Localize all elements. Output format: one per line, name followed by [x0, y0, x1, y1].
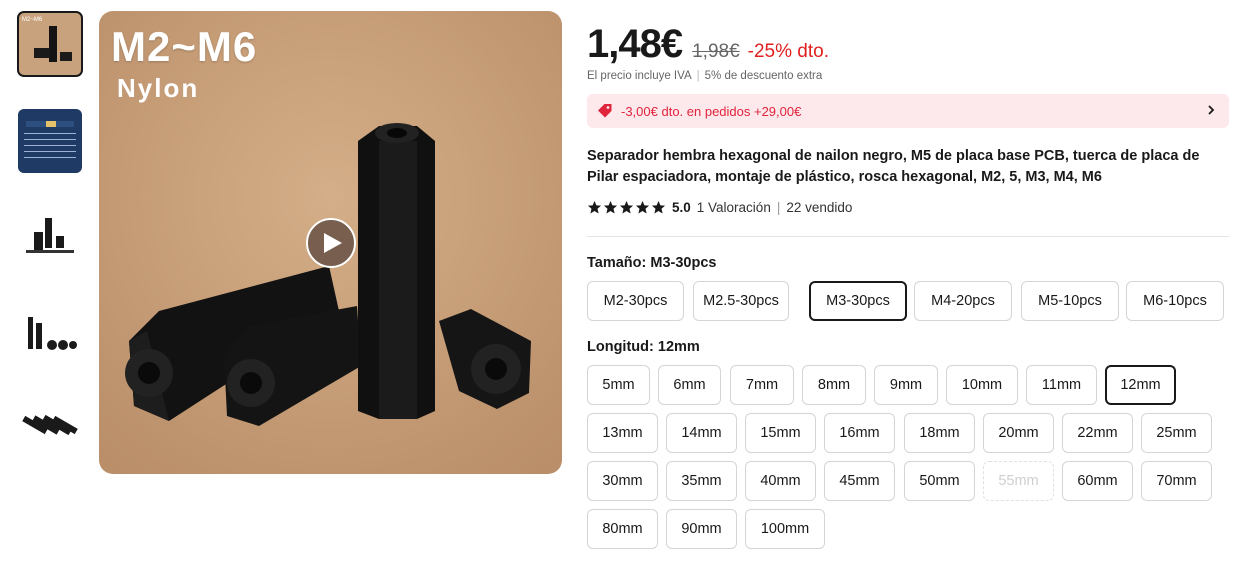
reviews-link[interactable]: 1 Valoración [697, 200, 771, 215]
chevron-right-icon [1208, 105, 1215, 115]
size-chart-thumbnail [18, 109, 82, 173]
size-label-text: Tamaño: [587, 255, 647, 271]
length-option[interactable]: 12mm [1105, 365, 1176, 405]
current-price: 1,48€ [587, 22, 683, 66]
product-title: Separador hembra hexagonal de nailon neg… [587, 148, 1200, 185]
thumbnail-2[interactable] [18, 109, 82, 173]
tax-info: El precio incluye IVA | 5% de descuento ex… [587, 70, 822, 82]
size-option[interactable]: M4-20pcs [914, 281, 1012, 321]
thumbnail-5[interactable] [18, 400, 82, 464]
star-icon [651, 200, 666, 214]
original-price: 1,98€ [692, 41, 740, 62]
size-option[interactable]: M5-10pcs [1021, 281, 1119, 321]
play-video-button[interactable] [306, 218, 356, 268]
length-option[interactable]: 14mm [666, 413, 737, 453]
separator: | [696, 70, 700, 82]
length-option[interactable]: 60mm [1062, 461, 1133, 501]
length-option[interactable]: 10mm [946, 365, 1018, 405]
tax-note: El precio incluye IVA [587, 70, 692, 82]
length-selected-value: 12mm [657, 339, 700, 355]
spacers-black-thumbnail: M2~M6 [18, 12, 82, 76]
length-option[interactable]: 100mm [745, 509, 825, 549]
length-label: Longitud: 12mm [587, 339, 700, 355]
thumbnail-4[interactable] [18, 303, 82, 367]
length-option[interactable]: 7mm [730, 365, 794, 405]
spacers-row-thumbnail [18, 303, 82, 367]
thumbnail-1[interactable]: M2~M6 [17, 11, 83, 77]
discount-badge: -25% dto. [747, 41, 829, 62]
length-option[interactable]: 22mm [1062, 413, 1133, 453]
coupon-tag-icon [598, 104, 612, 118]
length-option[interactable]: 40mm [745, 461, 816, 501]
length-label-text: Longitud: [587, 339, 654, 355]
size-option[interactable]: M2-30pcs [587, 281, 684, 321]
star-icon [619, 200, 634, 214]
size-selected-value: M3-30pcs [650, 255, 717, 271]
length-option[interactable]: 5mm [587, 365, 650, 405]
sold-count: 22 vendido [786, 200, 853, 215]
coupon-text: -3,00€ dto. en pedidos +29,00€ [621, 103, 802, 119]
image-title-overlay: M2~M6 [111, 23, 258, 70]
spacers-group-thumbnail [18, 206, 82, 270]
image-subtitle-overlay: Nylon [117, 73, 200, 103]
size-option[interactable]: M6-10pcs [1126, 281, 1224, 321]
main-product-image[interactable]: M2~M6 Nylon [99, 11, 562, 474]
length-option[interactable]: 70mm [1141, 461, 1212, 501]
star-icon [603, 200, 618, 214]
length-option[interactable]: 30mm [587, 461, 658, 501]
star-icon [635, 200, 650, 214]
length-option[interactable]: 35mm [666, 461, 737, 501]
length-option[interactable]: 20mm [983, 413, 1054, 453]
coupon-banner[interactable]: -3,00€ dto. en pedidos +29,00€ [587, 94, 1229, 128]
size-option[interactable]: M3-30pcs [809, 281, 907, 321]
star-rating [587, 200, 666, 215]
length-option[interactable]: 25mm [1141, 413, 1212, 453]
rating-row: 5.0 1 Valoración | 22 vendido [587, 200, 852, 215]
extra-discount: 5% de descuento extra [704, 70, 823, 82]
star-icon [587, 200, 602, 214]
length-option[interactable]: 9mm [874, 365, 938, 405]
length-option[interactable]: 15mm [745, 413, 816, 453]
length-option[interactable]: 45mm [824, 461, 895, 501]
size-label: Tamaño: M3-30pcs [587, 255, 716, 271]
divider [587, 236, 1229, 237]
length-option[interactable]: 50mm [904, 461, 975, 501]
svg-text:M2~M6: M2~M6 [22, 17, 43, 23]
thumbnail-3[interactable] [18, 206, 82, 270]
length-option: 55mm [983, 461, 1054, 501]
rating-value: 5.0 [672, 200, 691, 215]
length-option[interactable]: 13mm [587, 413, 658, 453]
length-option[interactable]: 90mm [666, 509, 737, 549]
length-option[interactable]: 8mm [802, 365, 866, 405]
size-option[interactable]: M2.5-30pcs [693, 281, 789, 321]
length-option[interactable]: 11mm [1026, 365, 1097, 405]
separator: | [776, 200, 781, 215]
length-option[interactable]: 18mm [904, 413, 975, 453]
thumbnail-gallery: M2~M6 [17, 11, 83, 497]
length-option[interactable]: 80mm [587, 509, 658, 549]
price-row: 1,48€ 1,98€ -25% dto. [587, 22, 829, 67]
length-option[interactable]: 16mm [824, 413, 895, 453]
length-option[interactable]: 6mm [658, 365, 721, 405]
play-icon [324, 233, 342, 253]
spacers-lying-thumbnail [18, 400, 82, 464]
